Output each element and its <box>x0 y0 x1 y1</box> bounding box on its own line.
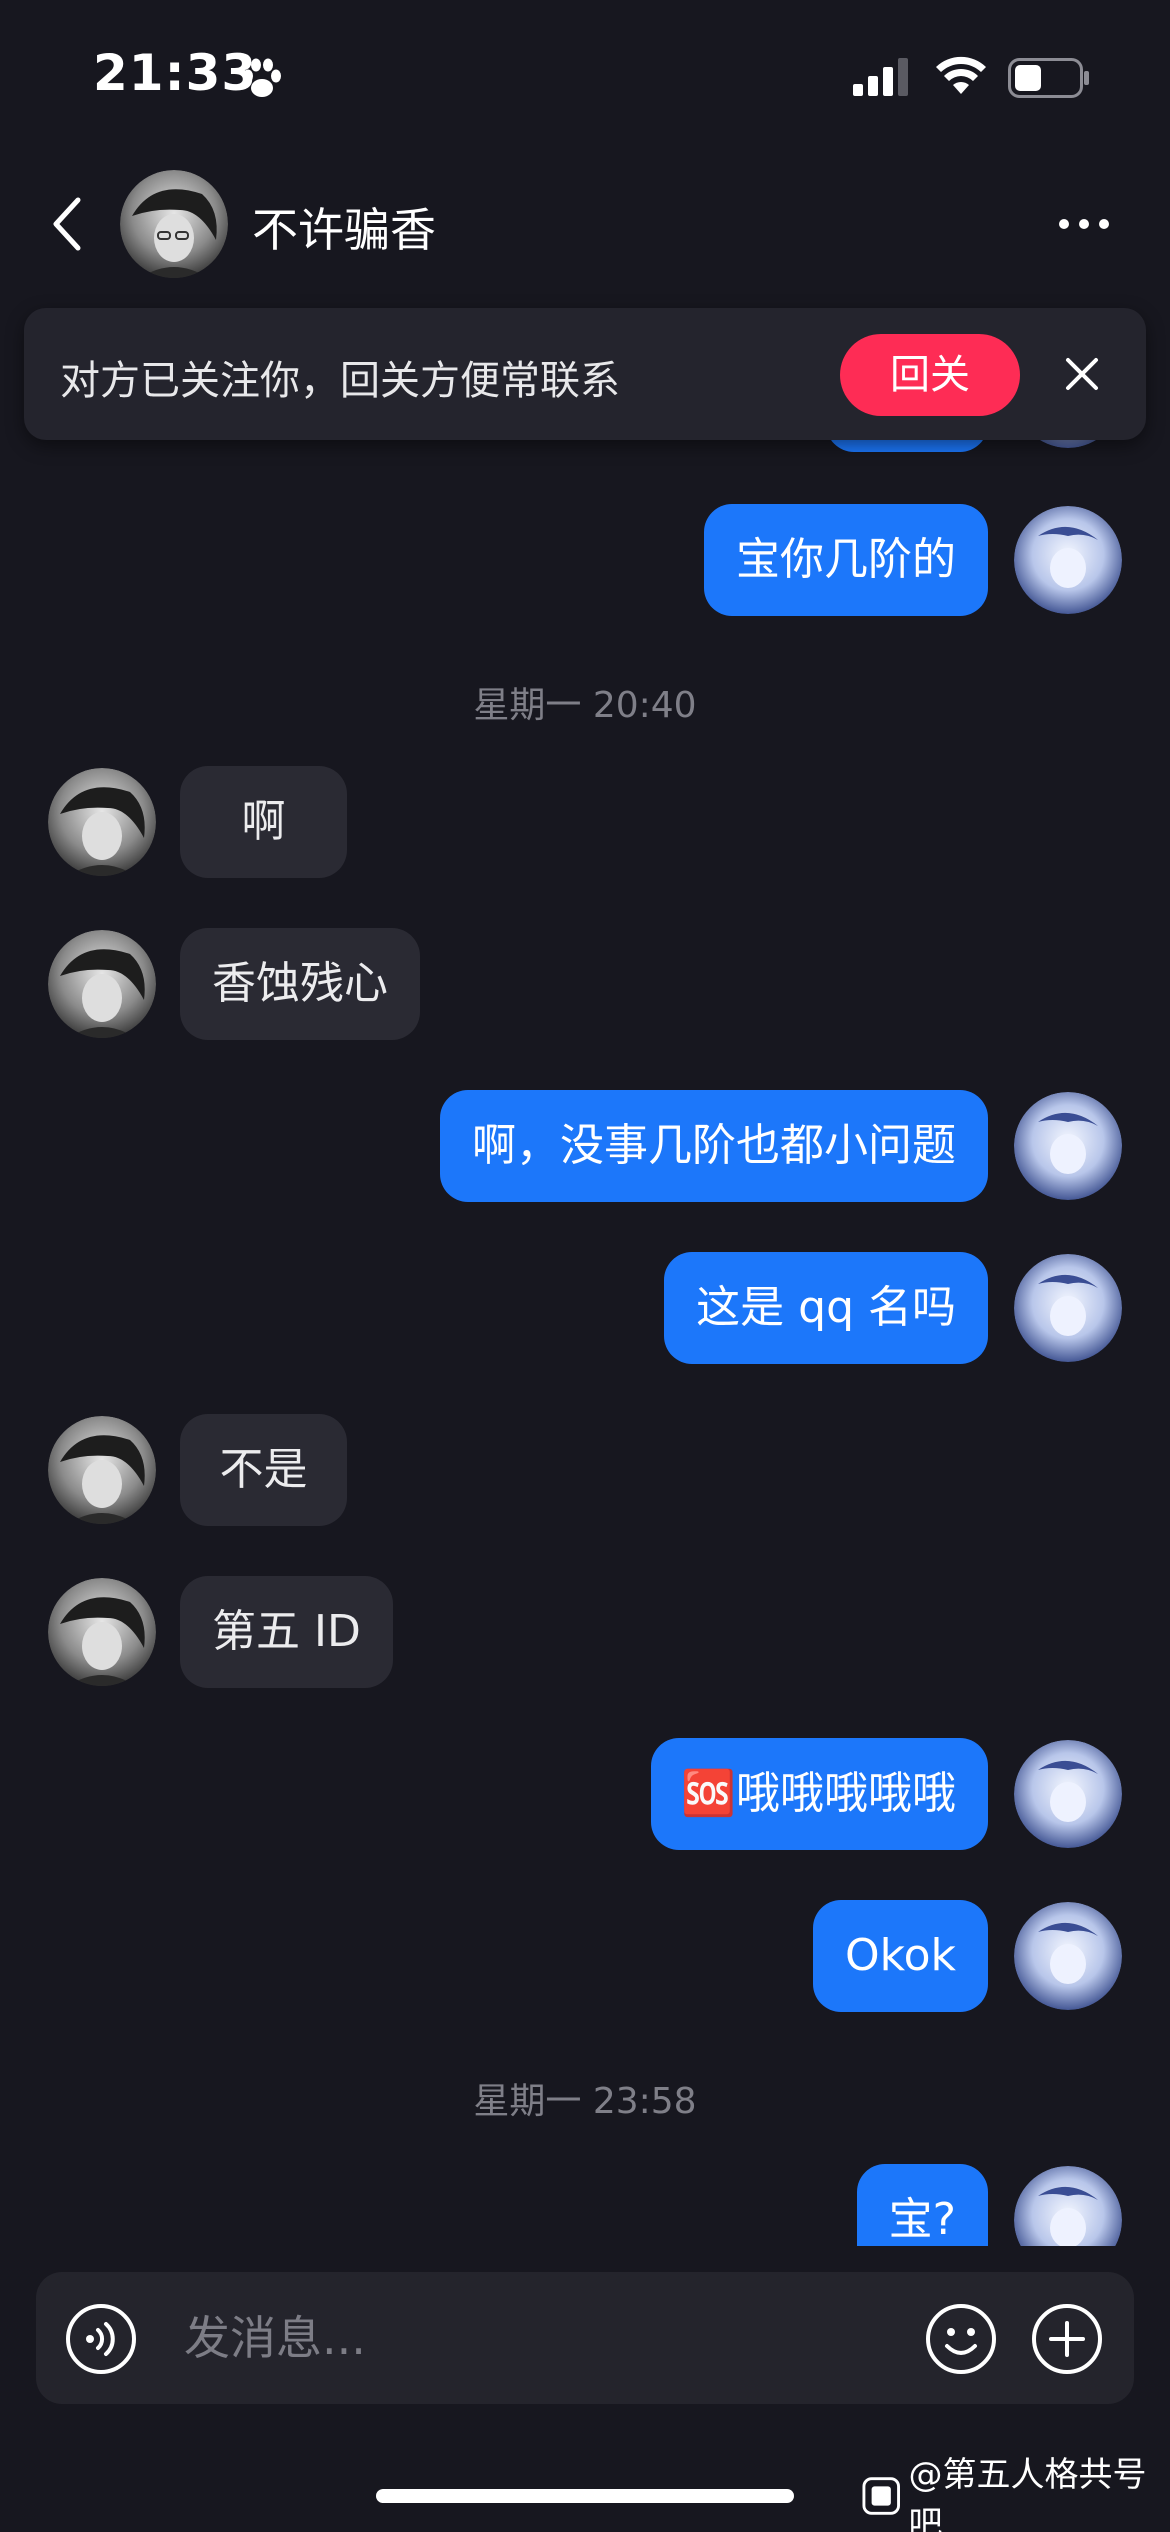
close-icon[interactable] <box>1060 352 1104 396</box>
message-row: 啊 <box>0 766 1170 878</box>
contact-name: 不许骗香 <box>252 203 436 257</box>
status-bar: 21:33 <box>0 0 1170 150</box>
contact-avatar[interactable] <box>48 768 156 876</box>
message-row: 宝你几阶的 <box>0 504 1170 616</box>
message-row: 🆘哦哦哦哦哦 <box>0 1738 1170 1850</box>
voice-input-icon[interactable] <box>64 2302 138 2376</box>
plus-icon[interactable] <box>1030 2302 1104 2376</box>
message-list[interactable]: 宝你几阶的 星期一 20:40 啊 香蚀残心 啊，没事几阶也都小问题 这是 qq… <box>0 400 1170 2246</box>
message-bubble[interactable]: 啊 <box>180 766 347 878</box>
contact-avatar[interactable] <box>48 930 156 1038</box>
message-row: 不是 <box>0 1414 1170 1526</box>
message-row: 啊，没事几阶也都小问题 <box>0 1090 1170 1202</box>
message-input-bar <box>36 2272 1134 2404</box>
my-avatar[interactable] <box>1014 506 1122 614</box>
message-input[interactable] <box>184 2300 884 2376</box>
message-row: 这是 qq 名吗 <box>0 1252 1170 1364</box>
back-arrow-icon[interactable] <box>44 192 92 256</box>
home-indicator[interactable] <box>376 2489 794 2503</box>
message-bubble[interactable]: 这是 qq 名吗 <box>664 1252 988 1364</box>
wifi-icon <box>936 56 986 94</box>
message-bubble[interactable]: 第五 ID <box>180 1576 393 1688</box>
message-bubble[interactable]: 🆘哦哦哦哦哦 <box>651 1738 988 1850</box>
chat-header: 不许骗香 <box>0 150 1170 305</box>
timestamp: 星期一 23:58 <box>473 2081 697 2122</box>
message-row: 香蚀残心 <box>0 928 1170 1040</box>
my-avatar[interactable] <box>1014 1092 1122 1200</box>
message-row: 第五 ID <box>0 1576 1170 1688</box>
watermark-text: @第五人格共号吧 <box>908 2455 1147 2532</box>
message-bubble[interactable]: Okok <box>813 1900 988 2012</box>
tieba-logo-icon <box>862 2477 900 2515</box>
paw-icon <box>243 58 281 97</box>
follow-back-banner: 对方已关注你，回关方便常联系 回关 <box>24 308 1146 440</box>
contact-avatar[interactable] <box>120 170 228 278</box>
watermark: @第五人格共号吧 <box>862 2455 1170 2532</box>
my-avatar[interactable] <box>1014 1254 1122 1362</box>
more-options-icon[interactable] <box>1056 200 1112 248</box>
battery-icon <box>1008 58 1089 98</box>
sos-emoji: 🆘 <box>681 1768 736 1819</box>
message-bubble[interactable]: 不是 <box>180 1414 347 1526</box>
follow-banner-text: 对方已关注你，回关方便常联系 <box>60 358 620 404</box>
follow-back-button[interactable]: 回关 <box>840 334 1020 416</box>
contact-avatar[interactable] <box>48 1416 156 1524</box>
message-row: Okok <box>0 1900 1170 2012</box>
message-row: 宝? <box>0 2164 1170 2246</box>
status-time: 21:33 <box>93 44 258 102</box>
message-bubble[interactable]: 香蚀残心 <box>180 928 420 1040</box>
timestamp: 星期一 20:40 <box>473 685 697 726</box>
message-bubble[interactable]: 宝你几阶的 <box>704 504 988 616</box>
my-avatar[interactable] <box>1014 1740 1122 1848</box>
message-bubble[interactable]: 宝? <box>856 2164 988 2246</box>
cellular-signal-icon <box>853 58 908 96</box>
my-avatar[interactable] <box>1014 2166 1122 2246</box>
contact-avatar[interactable] <box>48 1578 156 1686</box>
my-avatar[interactable] <box>1014 1902 1122 2010</box>
emoji-icon[interactable] <box>924 2302 998 2376</box>
message-text: 哦哦哦哦哦 <box>736 1768 956 1819</box>
message-bubble[interactable]: 啊，没事几阶也都小问题 <box>440 1090 988 1202</box>
